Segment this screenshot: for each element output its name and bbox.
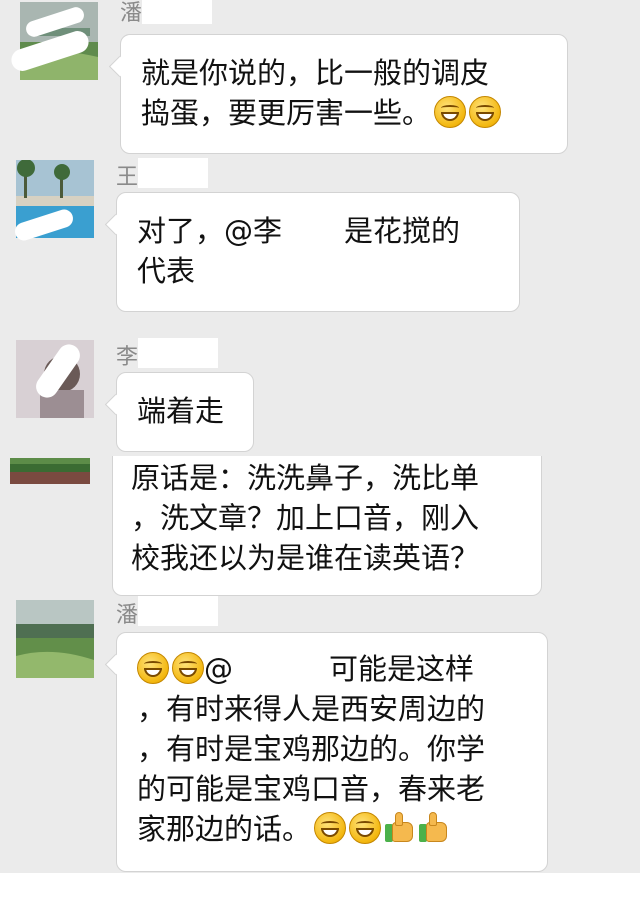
message-text: 端着走 xyxy=(137,394,225,428)
message-text-line: 捣蛋，要更厉害一些。 xyxy=(141,93,567,133)
message-text: 的可能是宝鸡口音，春来老 xyxy=(137,772,486,806)
message-text: ，有时来得人是西安周边的 xyxy=(137,692,486,726)
message-text: 代表 xyxy=(137,254,196,288)
avatar[interactable] xyxy=(16,600,94,678)
grin-emoji xyxy=(349,812,382,844)
grin-emoji xyxy=(434,96,467,128)
thumbs-up-icon xyxy=(385,812,415,844)
message-bubble[interactable]: 原话是：洗洗鼻子，洗比单 ，洗文章？加上口音，刚入 校我还以为是谁在读英语？ xyxy=(112,456,542,596)
grin-emoji xyxy=(314,812,347,844)
sender-name: 潘 xyxy=(116,596,219,629)
message-bubble[interactable]: 对了，@李 是花搅的 代表 xyxy=(116,192,520,312)
message-text: 就是你说的，比一般的调皮 xyxy=(141,56,490,90)
message-bubble[interactable]: @ 可能是这样 ，有时来得人是西安周边的 ，有时是宝鸡那边的。你学 的可能是宝鸡口… xyxy=(116,632,548,872)
message-text: ，洗文章？加上口音，刚入 xyxy=(131,501,480,535)
message-text: 原话是：洗洗鼻子，洗比单 xyxy=(131,461,480,495)
message-text-line: @ 可能是这样 xyxy=(137,649,547,689)
avatar-garden-image xyxy=(10,458,90,484)
redacted-name xyxy=(282,215,345,245)
grin-emoji xyxy=(172,652,204,684)
sender-name: 潘 xyxy=(120,0,213,27)
sender-name: 李 xyxy=(116,338,219,371)
message-bubble[interactable]: 就是你说的，比一般的调皮 捣蛋，要更厉害一些。 xyxy=(120,34,568,154)
thumbs-up-icon xyxy=(419,812,449,844)
message-text-line: 家那边的话。 xyxy=(137,809,547,849)
message-text: ，有时是宝鸡那边的。你学 xyxy=(137,732,486,766)
grin-emoji xyxy=(137,652,169,684)
sender-name: 王 xyxy=(116,158,209,191)
message-text: 校我还以为是谁在读英语？ xyxy=(131,541,480,575)
grin-emoji xyxy=(469,96,502,128)
message-bubble[interactable]: 端着走 xyxy=(116,372,254,452)
redacted-name xyxy=(233,653,329,683)
avatar-golf-course-image xyxy=(16,600,94,678)
avatar[interactable] xyxy=(10,458,90,484)
bottom-strip xyxy=(0,873,640,900)
message-text-line: 对了，@李 是花搅的 xyxy=(137,214,461,248)
